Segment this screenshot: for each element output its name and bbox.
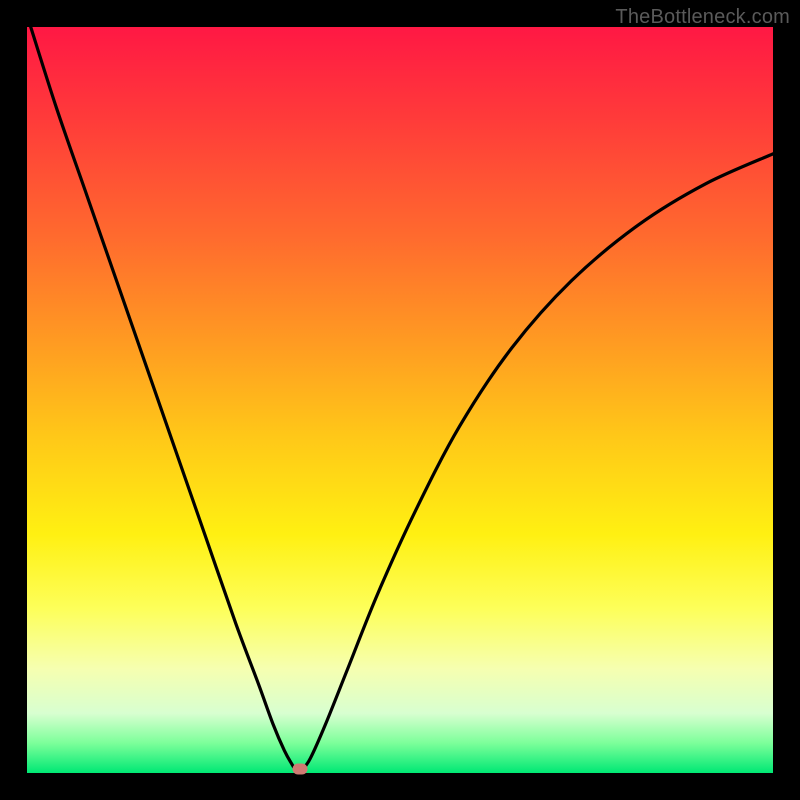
- watermark-text: TheBottleneck.com: [615, 6, 790, 29]
- plot-area: [27, 27, 773, 773]
- bottleneck-curve: [27, 27, 773, 773]
- minimum-marker-dot: [293, 763, 308, 774]
- chart-frame: TheBottleneck.com: [0, 0, 800, 800]
